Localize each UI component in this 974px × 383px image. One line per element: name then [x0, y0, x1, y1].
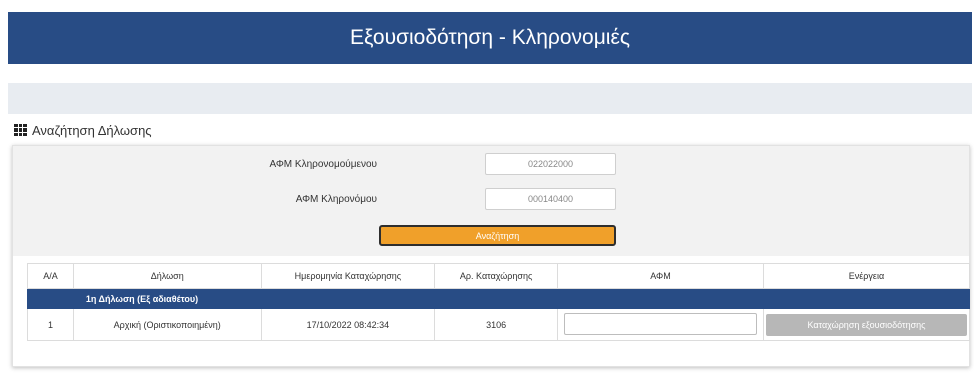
search-button[interactable]: Αναζήτηση	[379, 225, 616, 246]
row-aa: 1	[27, 308, 74, 341]
results-table: Α/Α Δήλωση Ημερομηνία Καταχώρησης Αρ. Κα…	[27, 263, 971, 341]
table-header-row: Α/Α Δήλωση Ημερομηνία Καταχώρησης Αρ. Κα…	[27, 263, 971, 289]
group-row-aa-cell	[27, 288, 74, 309]
group-label: 1η Δήλωση (Εξ αδιαθέτου)	[72, 288, 971, 309]
section-title-label: Αναζήτηση Δήλωσης	[32, 122, 152, 138]
toolbar-strip	[8, 83, 972, 114]
row-afm-cell	[557, 308, 764, 341]
col-header-dilosi: Δήλωση	[72, 263, 262, 289]
grid-icon	[14, 124, 27, 136]
row-date: 17/10/2022 08:42:34	[260, 308, 436, 341]
col-header-aa: Α/Α	[27, 263, 74, 289]
page-title: Εξουσιοδότηση - Κληρονομιές	[350, 26, 630, 49]
col-header-afm: ΑΦΜ	[557, 263, 764, 289]
table-row: 1 Αρχική (Οριστικοποιημένη) 17/10/2022 0…	[27, 308, 971, 341]
heir-source-afm-label: ΑΦΜ Κληρονομούμενου	[269, 159, 377, 170]
row-ar: 3106	[434, 308, 559, 341]
page-header: Εξουσιοδότηση - Κληρονομιές	[8, 12, 972, 64]
heir-source-afm-input[interactable]: 022022000	[485, 153, 616, 175]
heir-afm-label: ΑΦΜ Κληρονόμου	[295, 194, 377, 205]
section-heading: Αναζήτηση Δήλωσης	[14, 121, 152, 139]
search-panel: ΑΦΜ Κληρονομούμενου 022022000 ΑΦΜ Κληρον…	[12, 145, 971, 367]
heir-afm-input[interactable]: 000140400	[485, 188, 616, 210]
row-action-cell: Καταχώρηση εξουσιοδότησης	[762, 308, 971, 341]
col-header-ar: Αρ. Καταχώρησης	[434, 263, 559, 289]
register-authorization-button[interactable]: Καταχώρηση εξουσιοδότησης	[765, 313, 967, 336]
search-form: ΑΦΜ Κληρονομούμενου 022022000 ΑΦΜ Κληρον…	[13, 146, 969, 256]
row-dilosi: Αρχική (Οριστικοποιημένη)	[72, 308, 262, 341]
group-row: 1η Δήλωση (Εξ αδιαθέτου)	[27, 288, 971, 309]
col-header-action: Ενέργεια	[762, 263, 971, 289]
row-afm-input[interactable]	[563, 312, 757, 335]
col-header-date: Ημερομηνία Καταχώρησης	[260, 263, 436, 289]
